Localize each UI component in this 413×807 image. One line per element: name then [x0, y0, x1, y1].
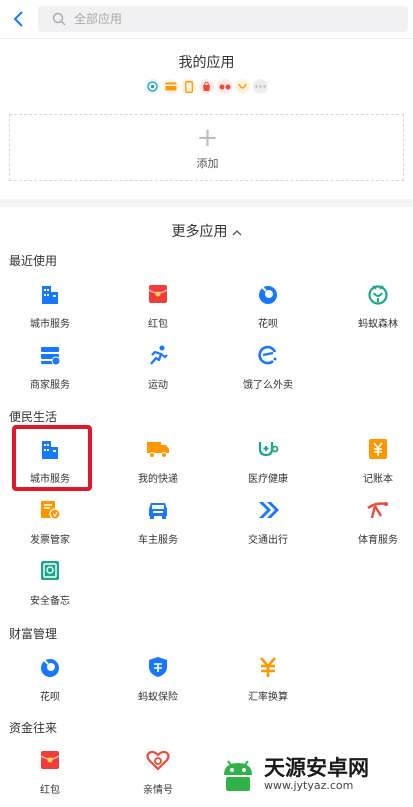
plus-icon: + — [196, 123, 219, 153]
app-city-service[interactable]: 城市服务 — [0, 282, 100, 334]
phone-mini-icon — [181, 79, 196, 94]
section-title-wealth: 财富管理 — [9, 627, 58, 641]
huabei-icon — [256, 282, 280, 306]
app-exchange-rate[interactable]: 汇率换算 — [218, 655, 318, 707]
add-app-button[interactable]: + 添加 — [9, 114, 404, 181]
top-bar — [0, 0, 413, 39]
app-label: 我的快递 — [138, 474, 178, 485]
app-label: 运动 — [148, 380, 168, 391]
app-label: 汇率换算 — [248, 692, 288, 703]
search-icon — [52, 12, 66, 26]
app-label: 花呗 — [258, 319, 278, 330]
red-packet-icon — [38, 748, 62, 772]
app-label: 亲情号 — [143, 785, 173, 796]
city-icon — [38, 282, 62, 306]
exchange-icon — [256, 655, 280, 679]
truck-icon — [146, 437, 170, 461]
my-apps-title: 我的应用 — [178, 55, 235, 71]
invoice-icon — [38, 498, 62, 522]
glasses-mini-icon — [217, 79, 232, 94]
app-label: 发票管家 — [30, 535, 70, 546]
back-arrow-icon — [13, 11, 23, 27]
app-ant-insurance[interactable]: 蚂蚁保险 — [108, 655, 208, 707]
forest-icon — [366, 282, 390, 306]
app-label: 花呗 — [40, 692, 60, 703]
sport-icon — [146, 343, 170, 367]
sports-service-icon — [366, 498, 390, 522]
cup-mini-icon — [235, 79, 250, 94]
insurance-icon — [146, 655, 170, 679]
family-icon — [146, 748, 170, 772]
app-health[interactable]: 医疗健康 — [218, 437, 318, 489]
app-label: 蚂蚁森林 — [358, 319, 398, 330]
app-sports-service[interactable]: 体育服务 — [328, 498, 413, 550]
health-icon — [256, 437, 280, 461]
app-label: 车主服务 — [138, 535, 178, 546]
app-label: 体育服务 — [358, 535, 398, 546]
app-family-account[interactable]: 亲情号 — [108, 748, 208, 800]
app-red-packet[interactable]: 红包 — [108, 282, 208, 334]
app-merchant-service[interactable]: 商家服务 — [0, 343, 100, 395]
chevron-up-icon — [232, 224, 242, 240]
add-label: 添加 — [196, 157, 219, 170]
watermark-text: 天源安卓网 — [264, 756, 369, 780]
alipay-mini-icon — [145, 79, 160, 94]
transport-icon — [256, 498, 280, 522]
watermark-url: www.jytyaz.com — [264, 779, 354, 792]
back-button[interactable] — [8, 8, 30, 30]
app-eleme[interactable]: 饿了么外卖 — [218, 343, 318, 395]
more-apps-toggle[interactable]: 更多应用 — [0, 221, 413, 241]
eleme-icon — [256, 343, 280, 367]
app-sport[interactable]: 运动 — [108, 343, 208, 395]
my-apps-icon-row[interactable] — [0, 79, 413, 94]
red-packet-icon — [146, 282, 170, 306]
huabei-icon — [38, 655, 62, 679]
section-title-funds: 资金往来 — [9, 721, 58, 735]
app-safe-memo[interactable]: 安全备忘 — [0, 559, 100, 611]
app-label: 城市服务 — [30, 319, 70, 330]
merchant-icon — [38, 343, 62, 367]
more-apps-title: 更多应用 — [171, 224, 228, 240]
search-input[interactable] — [72, 11, 376, 27]
car-icon — [146, 498, 170, 522]
app-label: 蚂蚁保险 — [138, 692, 178, 703]
app-huabei[interactable]: 花呗 — [0, 655, 100, 707]
app-transport[interactable]: 交通出行 — [218, 498, 318, 550]
app-ant-forest[interactable]: 蚂蚁森林 — [328, 282, 413, 334]
app-label: 红包 — [40, 785, 60, 796]
app-label: 医疗健康 — [248, 474, 288, 485]
app-invoice[interactable]: 发票管家 — [0, 498, 100, 550]
app-label: 交通出行 — [248, 535, 288, 546]
watermark: 天源安卓网 www.jytyaz.com — [218, 748, 413, 801]
app-label: 安全备忘 — [30, 596, 70, 607]
app-my-express[interactable]: 我的快递 — [108, 437, 208, 489]
app-red-packet[interactable]: 红包 — [0, 748, 100, 800]
more-dots-icon — [253, 79, 268, 94]
app-label: 饿了么外卖 — [243, 380, 293, 391]
app-ledger[interactable]: 记账本 — [328, 437, 413, 489]
section-title-convenience: 便民生活 — [9, 410, 58, 424]
ledger-icon — [366, 437, 390, 461]
app-label: 记账本 — [363, 474, 393, 485]
app-car-owner[interactable]: 车主服务 — [108, 498, 208, 550]
my-apps-panel: 我的应用 + 添加 — [0, 39, 413, 199]
app-label: 商家服务 — [30, 380, 70, 391]
android-logo-icon — [224, 759, 252, 791]
app-label: 红包 — [148, 319, 168, 330]
safe-icon — [38, 559, 62, 583]
section-title-recent: 最近使用 — [9, 254, 58, 268]
search-box[interactable] — [38, 6, 408, 32]
bag-mini-icon — [199, 79, 214, 94]
card-mini-icon — [163, 79, 178, 94]
app-huabei[interactable]: 花呗 — [218, 282, 318, 334]
highlight-box — [12, 425, 92, 491]
